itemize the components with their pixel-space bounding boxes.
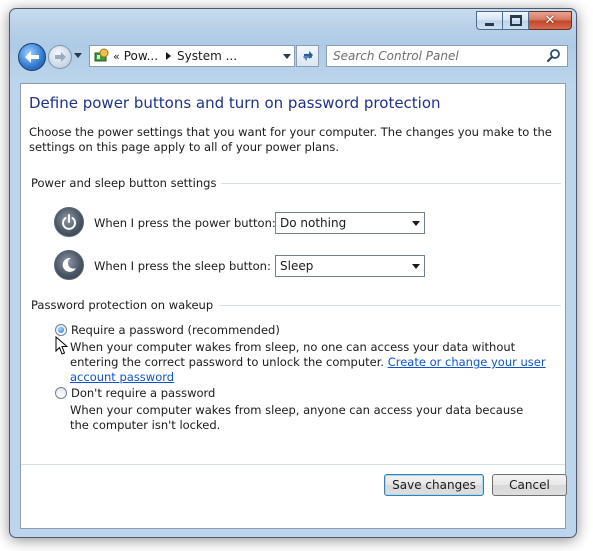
save-changes-button[interactable]: Save changes [384,474,484,496]
mouse-pointer-icon [55,336,69,355]
control-panel-window: ✕ « Pow... System ... Search Control Pan… [9,8,577,538]
password-group-label: Password protection on wakeup [31,298,214,312]
power-button-label: When I press the power button: [94,216,276,230]
close-icon: ✕ [544,13,556,28]
content-pane: Define power buttons and turn on passwor… [20,83,567,529]
require-password-description: When your computer wakes from sleep, no … [70,340,550,385]
intro-text: Choose the power settings that you want … [29,125,552,154]
group-divider [219,305,561,306]
forward-button[interactable] [48,45,72,69]
power-button-icon [54,207,84,237]
power-button-action-value: Do nothing [280,216,347,230]
sleep-button-action-select[interactable]: Sleep [275,255,425,277]
require-password-radio[interactable] [55,324,67,336]
breadcrumb-item-power[interactable]: Pow... [124,49,158,63]
cancel-button[interactable]: Cancel [492,474,567,496]
maximize-button[interactable] [503,11,529,30]
power-sleep-group-label: Power and sleep button settings [31,176,217,190]
dont-require-password-label[interactable]: Don't require a password [71,386,215,400]
breadcrumb-item-system[interactable]: System ... [177,49,237,63]
search-icon[interactable] [545,47,563,65]
chevron-down-icon [408,264,424,269]
search-box[interactable] [326,45,568,67]
dont-require-password-description: When your computer wakes from sleep, any… [70,403,524,432]
minimize-icon [485,22,494,26]
refresh-button[interactable] [296,45,319,67]
caption-buttons: ✕ [476,11,572,30]
dont-require-password-radio[interactable] [55,387,67,399]
minimize-button[interactable] [476,11,503,30]
breadcrumb-arrow-icon[interactable] [166,52,172,60]
back-arrow-icon [25,51,39,63]
footer-divider [21,464,565,465]
address-dropdown-icon[interactable] [280,46,294,66]
maximize-icon [509,15,522,26]
require-password-label[interactable]: Require a password (recommended) [71,323,280,337]
forward-arrow-icon [54,52,66,62]
address-bar[interactable]: « Pow... System ... [89,45,295,67]
page-title: Define power buttons and turn on passwor… [29,94,441,112]
sleep-button-icon [54,250,84,280]
chevron-down-icon [408,221,424,226]
sleep-button-action-value: Sleep [280,259,314,273]
sleep-button-label: When I press the sleep button: [94,259,271,273]
power-button-action-select[interactable]: Do nothing [275,212,425,234]
breadcrumb-overflow[interactable]: « [113,50,120,63]
group-divider [221,183,561,184]
back-button[interactable] [18,43,46,71]
close-button[interactable]: ✕ [529,11,572,30]
recent-pages-dropdown[interactable] [74,53,82,58]
search-input[interactable] [327,48,545,64]
refresh-icon [302,51,313,61]
control-panel-icon [94,48,109,62]
